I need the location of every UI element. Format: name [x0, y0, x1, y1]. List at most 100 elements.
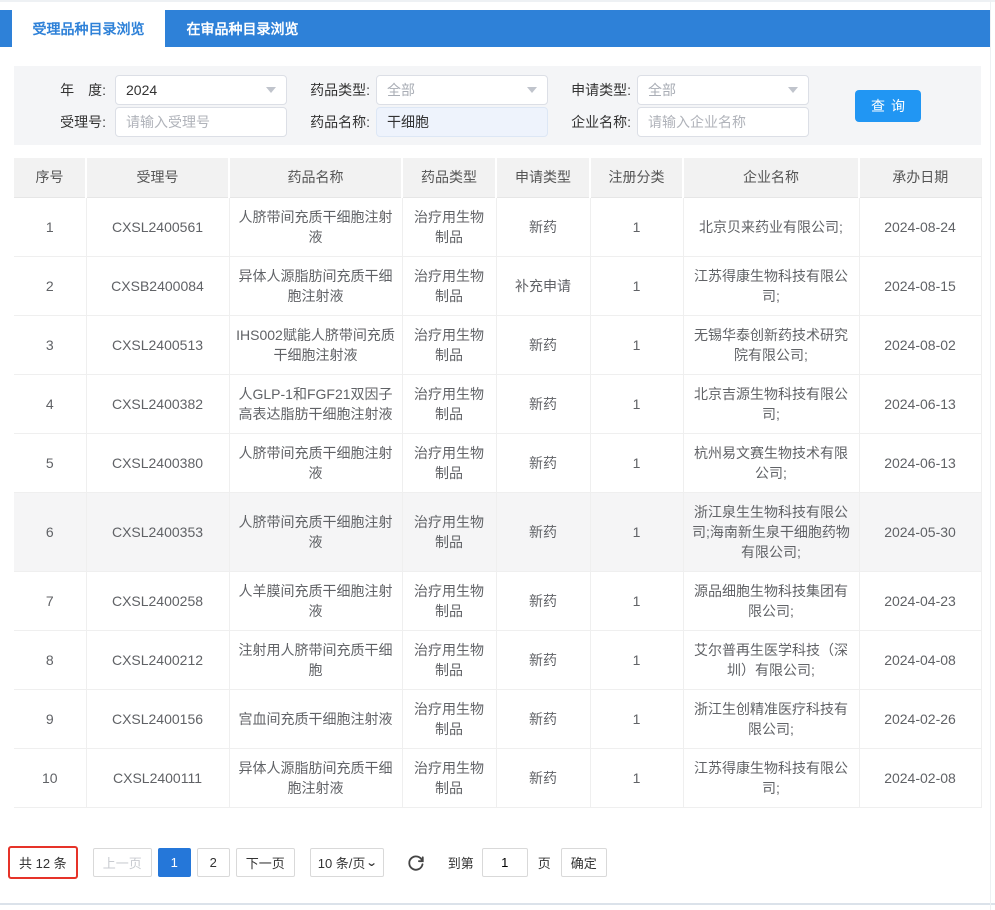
col-date: 承办日期: [859, 158, 981, 197]
cell-reg-class: 1: [590, 630, 683, 689]
cell-accept-no: CXSL2400513: [86, 315, 229, 374]
cell-apply-type: 新药: [496, 315, 590, 374]
filter-row-2: 受理号: 药品名称: 企业名称:: [14, 106, 981, 138]
cell-seq: 7: [14, 571, 86, 630]
cell-drug-type: 治疗用生物制品: [402, 197, 496, 256]
cell-drug-type: 治疗用生物制品: [402, 433, 496, 492]
cell-reg-class: 1: [590, 374, 683, 433]
cell-date: 2024-02-26: [859, 689, 981, 748]
year-label: 年 度:: [48, 80, 106, 100]
cell-drug-type: 治疗用生物制品: [402, 315, 496, 374]
table-row: 1 CXSL2400561 人脐带间充质干细胞注射液 治疗用生物制品 新药 1 …: [14, 197, 981, 256]
company-label: 企业名称:: [559, 112, 631, 132]
next-page-button[interactable]: 下一页: [236, 848, 295, 877]
page-button-1[interactable]: 1: [158, 848, 191, 877]
cell-company: 艾尔普再生医学科技（深圳）有限公司;: [683, 630, 859, 689]
table-row: 5 CXSL2400380 人脐带间充质干细胞注射液 治疗用生物制品 新药 1 …: [14, 433, 981, 492]
drug-name-input[interactable]: [376, 107, 548, 137]
cell-seq: 3: [14, 315, 86, 374]
cell-drug-name: 人羊膜间充质干细胞注射液: [229, 571, 402, 630]
tab-under-review-catalog[interactable]: 在审品种目录浏览: [165, 10, 320, 47]
cell-apply-type: 补充申请: [496, 256, 590, 315]
cell-date: 2024-05-30: [859, 492, 981, 571]
cell-reg-class: 1: [590, 315, 683, 374]
year-select[interactable]: 2024: [115, 75, 287, 105]
cell-seq: 4: [14, 374, 86, 433]
search-button[interactable]: 查询: [855, 90, 921, 122]
cell-drug-type: 治疗用生物制品: [402, 748, 496, 807]
cell-reg-class: 1: [590, 571, 683, 630]
cell-reg-class: 1: [590, 433, 683, 492]
cell-drug-type: 治疗用生物制品: [402, 689, 496, 748]
pagination-bar: 共 12 条 上一页 1 2 下一页 10 条/页 ⌄ 到第 页 确定: [8, 846, 607, 879]
cell-reg-class: 1: [590, 197, 683, 256]
cell-apply-type: 新药: [496, 492, 590, 571]
cell-accept-no: CXSL2400380: [86, 433, 229, 492]
refresh-icon[interactable]: [406, 852, 428, 874]
cell-apply-type: 新药: [496, 689, 590, 748]
page-size-select[interactable]: 10 条/页 ⌄: [310, 848, 384, 877]
cell-drug-name: 注射用人脐带间充质干细胞: [229, 630, 402, 689]
cell-drug-name: IHS002赋能人脐带间充质干细胞注射液: [229, 315, 402, 374]
cell-date: 2024-06-13: [859, 433, 981, 492]
cell-company: 北京贝来药业有限公司;: [683, 197, 859, 256]
col-seq: 序号: [14, 158, 86, 197]
cell-accept-no: CXSL2400561: [86, 197, 229, 256]
cell-company: 北京吉源生物科技有限公司;: [683, 374, 859, 433]
table-row: 2 CXSB2400084 异体人源脂肪间充质干细胞注射液 治疗用生物制品 补充…: [14, 256, 981, 315]
cell-accept-no: CXSB2400084: [86, 256, 229, 315]
page-button-2[interactable]: 2: [197, 848, 230, 877]
company-input[interactable]: [637, 107, 809, 137]
cell-reg-class: 1: [590, 748, 683, 807]
cell-company: 源品细胞生物科技集团有限公司;: [683, 571, 859, 630]
table-row: 3 CXSL2400513 IHS002赋能人脐带间充质干细胞注射液 治疗用生物…: [14, 315, 981, 374]
cell-company: 浙江生创精准医疗科技有限公司;: [683, 689, 859, 748]
cell-drug-name: 人脐带间充质干细胞注射液: [229, 433, 402, 492]
cell-accept-no: CXSL2400353: [86, 492, 229, 571]
accept-no-label: 受理号:: [48, 112, 106, 132]
col-drug-type: 药品类型: [402, 158, 496, 197]
table-header-row: 序号 受理号 药品名称 药品类型 申请类型 注册分类 企业名称 承办日期: [14, 158, 981, 197]
results-table: 序号 受理号 药品名称 药品类型 申请类型 注册分类 企业名称 承办日期 1 C…: [14, 158, 982, 808]
cell-company: 无锡华泰创新药技术研究院有限公司;: [683, 315, 859, 374]
cell-apply-type: 新药: [496, 748, 590, 807]
cell-apply-type: 新药: [496, 571, 590, 630]
cell-drug-name: 人GLP-1和FGF21双因子高表达脂肪干细胞注射液: [229, 374, 402, 433]
drug-type-select[interactable]: 全部: [376, 75, 548, 105]
chevron-down-icon: [788, 87, 798, 93]
cell-accept-no: CXSL2400111: [86, 748, 229, 807]
cell-seq: 2: [14, 256, 86, 315]
page-size-value: 10 条/页: [318, 853, 366, 872]
table-row: 4 CXSL2400382 人GLP-1和FGF21双因子高表达脂肪干细胞注射液…: [14, 374, 981, 433]
cell-accept-no: CXSL2400156: [86, 689, 229, 748]
cell-date: 2024-02-08: [859, 748, 981, 807]
confirm-button[interactable]: 确定: [561, 848, 607, 877]
goto-page-label: 到第: [448, 853, 474, 872]
page: 受理品种目录浏览 在审品种目录浏览 年 度: 2024 药品类型: 全部 申请类…: [0, 0, 995, 910]
prev-page-button[interactable]: 上一页: [93, 848, 152, 877]
cell-date: 2024-08-02: [859, 315, 981, 374]
cell-date: 2024-08-15: [859, 256, 981, 315]
drug-type-label: 药品类型:: [298, 80, 370, 100]
apply-type-select[interactable]: 全部: [637, 75, 809, 105]
cell-drug-name: 人脐带间充质干细胞注射液: [229, 492, 402, 571]
goto-page-input[interactable]: [482, 848, 528, 877]
filter-panel: 年 度: 2024 药品类型: 全部 申请类型: 全部 受理号: 药品名称: 企…: [14, 66, 981, 145]
col-apply-type: 申请类型: [496, 158, 590, 197]
apply-type-value: 全部: [648, 80, 676, 100]
col-accept-no: 受理号: [86, 158, 229, 197]
cell-seq: 8: [14, 630, 86, 689]
cell-apply-type: 新药: [496, 433, 590, 492]
table-row: 7 CXSL2400258 人羊膜间充质干细胞注射液 治疗用生物制品 新药 1 …: [14, 571, 981, 630]
cell-apply-type: 新药: [496, 374, 590, 433]
tab-accepted-catalog[interactable]: 受理品种目录浏览: [12, 10, 165, 47]
cell-reg-class: 1: [590, 492, 683, 571]
chevron-down-icon: [527, 87, 537, 93]
cell-apply-type: 新药: [496, 630, 590, 689]
accept-no-input[interactable]: [115, 107, 287, 137]
cell-reg-class: 1: [590, 256, 683, 315]
cell-accept-no: CXSL2400258: [86, 571, 229, 630]
cell-apply-type: 新药: [496, 197, 590, 256]
cell-date: 2024-08-24: [859, 197, 981, 256]
table-row: 6 CXSL2400353 人脐带间充质干细胞注射液 治疗用生物制品 新药 1 …: [14, 492, 981, 571]
